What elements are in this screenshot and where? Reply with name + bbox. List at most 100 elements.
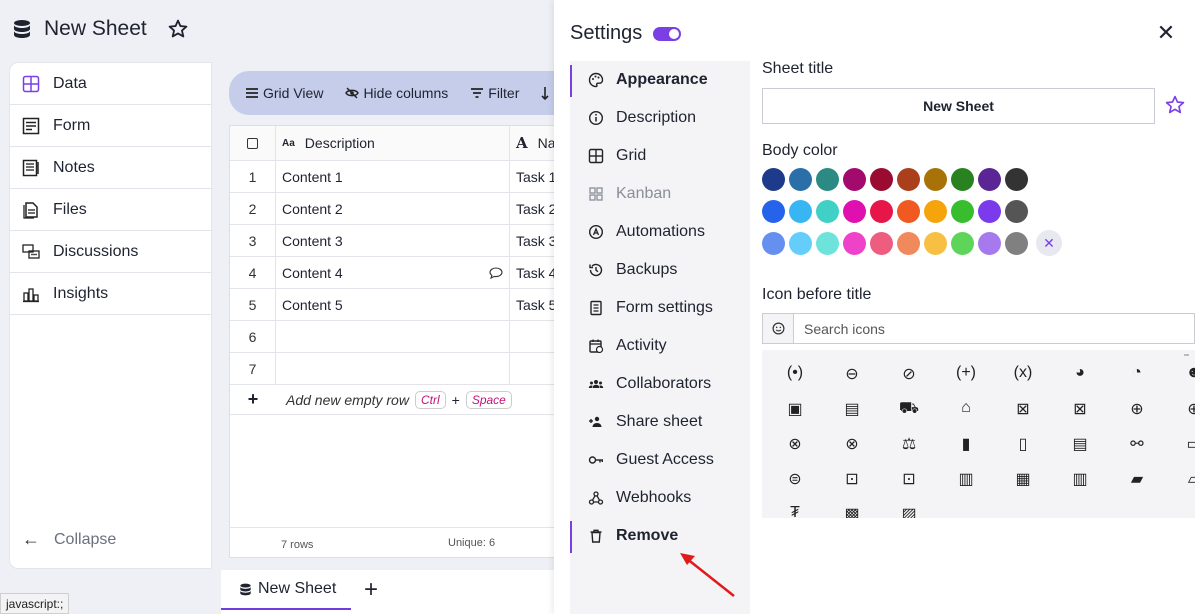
- name-cell[interactable]: Task 1: [510, 161, 554, 192]
- description-cell[interactable]: Content 1: [276, 161, 510, 192]
- description-cell[interactable]: Content 3: [276, 225, 510, 256]
- picker-icon[interactable]: ⊕: [1118, 395, 1156, 430]
- sidebar-item-data[interactable]: Data: [10, 63, 211, 105]
- comment-icon[interactable]: [489, 266, 503, 280]
- name-cell[interactable]: Task 4: [510, 257, 554, 288]
- column-header-name[interactable]: A Na: [510, 126, 554, 160]
- color-swatch[interactable]: [870, 168, 893, 191]
- color-swatch[interactable]: [816, 200, 839, 223]
- table-row[interactable]: 4 Content 4 Task 4: [230, 257, 554, 289]
- menu-item-kanban[interactable]: Kanban: [570, 175, 750, 213]
- picker-icon[interactable]: ▮: [947, 430, 985, 465]
- menu-item-appearance[interactable]: Appearance: [570, 61, 750, 99]
- add-sheet-button[interactable]: +: [364, 576, 378, 604]
- unique-count[interactable]: Unique: 6: [448, 537, 495, 549]
- color-swatch[interactable]: [897, 168, 920, 191]
- icon-picker-scrollbar[interactable]: [1184, 354, 1189, 356]
- picker-icon[interactable]: ☻: [1175, 360, 1195, 395]
- picker-icon[interactable]: (+): [947, 360, 985, 395]
- color-swatch[interactable]: [951, 200, 974, 223]
- color-swatch[interactable]: [1005, 200, 1028, 223]
- menu-item-grid[interactable]: Grid: [570, 137, 750, 175]
- color-swatch[interactable]: [951, 232, 974, 255]
- sheet-title-field[interactable]: New Sheet: [762, 88, 1155, 124]
- color-swatch[interactable]: [1005, 232, 1028, 255]
- menu-item-description[interactable]: Description: [570, 99, 750, 137]
- color-swatch[interactable]: [870, 232, 893, 255]
- picker-icon[interactable]: ⊗: [833, 430, 871, 465]
- table-row[interactable]: 1 Content 1 Task 1: [230, 161, 554, 193]
- menu-item-share-sheet[interactable]: Share sheet: [570, 403, 750, 441]
- color-swatch[interactable]: [789, 200, 812, 223]
- picker-icon[interactable]: ⊡: [833, 465, 871, 500]
- select-all-checkbox[interactable]: [247, 137, 258, 149]
- close-icon[interactable]: ✕: [1155, 22, 1177, 44]
- color-swatch[interactable]: [843, 232, 866, 255]
- menu-item-collaborators[interactable]: Collaborators: [570, 365, 750, 403]
- picker-icon[interactable]: ▣: [776, 395, 814, 430]
- color-swatch[interactable]: [978, 168, 1001, 191]
- menu-item-form-settings[interactable]: Form settings: [570, 289, 750, 327]
- color-swatch[interactable]: [978, 200, 1001, 223]
- add-row-button[interactable]: + Add new empty row Ctrl + Space: [230, 385, 554, 415]
- color-swatch[interactable]: [951, 168, 974, 191]
- name-cell[interactable]: Task 2: [510, 193, 554, 224]
- picker-icon[interactable]: ⊗: [776, 430, 814, 465]
- sidebar-item-form[interactable]: Form: [10, 105, 211, 147]
- filter-button[interactable]: Filter: [470, 85, 519, 101]
- table-row[interactable]: 7: [230, 353, 554, 385]
- clear-color-button[interactable]: ✕: [1036, 230, 1062, 256]
- menu-item-guest-access[interactable]: Guest Access: [570, 441, 750, 479]
- picker-icon[interactable]: ⊠: [1061, 395, 1099, 430]
- sidebar-item-discussions[interactable]: Discussions: [10, 231, 211, 273]
- color-swatch[interactable]: [897, 232, 920, 255]
- color-swatch[interactable]: [816, 168, 839, 191]
- picker-icon[interactable]: ◕: [1061, 360, 1099, 395]
- picker-icon[interactable]: ⛟: [890, 395, 928, 430]
- column-header-description[interactable]: Aa Description: [276, 126, 510, 160]
- color-swatch[interactable]: [897, 200, 920, 223]
- star-icon[interactable]: [1164, 94, 1186, 116]
- star-icon[interactable]: [167, 18, 189, 40]
- color-swatch[interactable]: [924, 200, 947, 223]
- picker-icon[interactable]: ▥: [947, 465, 985, 500]
- picker-icon[interactable]: ▩: [833, 500, 871, 518]
- picker-icon[interactable]: ▥: [1061, 465, 1099, 500]
- picker-icon[interactable]: ⊜: [776, 465, 814, 500]
- menu-item-webhooks[interactable]: Webhooks: [570, 479, 750, 517]
- picker-icon[interactable]: ⊘: [890, 360, 928, 395]
- grid-view-button[interactable]: Grid View: [245, 85, 323, 101]
- description-cell[interactable]: Content 5: [276, 289, 510, 320]
- picker-icon[interactable]: ▯: [1004, 430, 1042, 465]
- sidebar-item-files[interactable]: Files: [10, 189, 211, 231]
- sidebar-item-notes[interactable]: Notes: [10, 147, 211, 189]
- description-cell[interactable]: [276, 321, 510, 352]
- picker-icon[interactable]: ⊠: [1004, 395, 1042, 430]
- color-swatch[interactable]: [843, 200, 866, 223]
- table-row[interactable]: 5 Content 5 Task 5: [230, 289, 554, 321]
- picker-icon[interactable]: ⚯: [1118, 430, 1156, 465]
- picker-icon[interactable]: ⚖: [890, 430, 928, 465]
- sheet-tab[interactable]: New Sheet: [221, 570, 351, 610]
- picker-icon[interactable]: ₮: [776, 500, 814, 518]
- settings-toggle[interactable]: [653, 26, 682, 41]
- color-swatch[interactable]: [870, 200, 893, 223]
- picker-icon[interactable]: (•): [776, 360, 814, 395]
- color-swatch[interactable]: [762, 168, 785, 191]
- name-cell[interactable]: [510, 321, 554, 352]
- picker-icon[interactable]: (x): [1004, 360, 1042, 395]
- table-row[interactable]: 2 Content 2 Task 2: [230, 193, 554, 225]
- color-swatch[interactable]: [789, 168, 812, 191]
- picker-icon[interactable]: ▭: [1175, 430, 1195, 465]
- color-swatch[interactable]: [924, 232, 947, 255]
- sidebar-item-insights[interactable]: Insights: [10, 273, 211, 315]
- description-cell[interactable]: Content 4: [276, 257, 510, 288]
- menu-item-activity[interactable]: Activity: [570, 327, 750, 365]
- color-swatch[interactable]: [789, 232, 812, 255]
- table-row[interactable]: 3 Content 3 Task 3: [230, 225, 554, 257]
- color-swatch[interactable]: [762, 200, 785, 223]
- picker-icon[interactable]: ▱: [1175, 465, 1195, 500]
- description-cell[interactable]: [276, 353, 510, 384]
- picker-icon[interactable]: ⊖: [833, 360, 871, 395]
- picker-icon[interactable]: ▨: [890, 500, 928, 518]
